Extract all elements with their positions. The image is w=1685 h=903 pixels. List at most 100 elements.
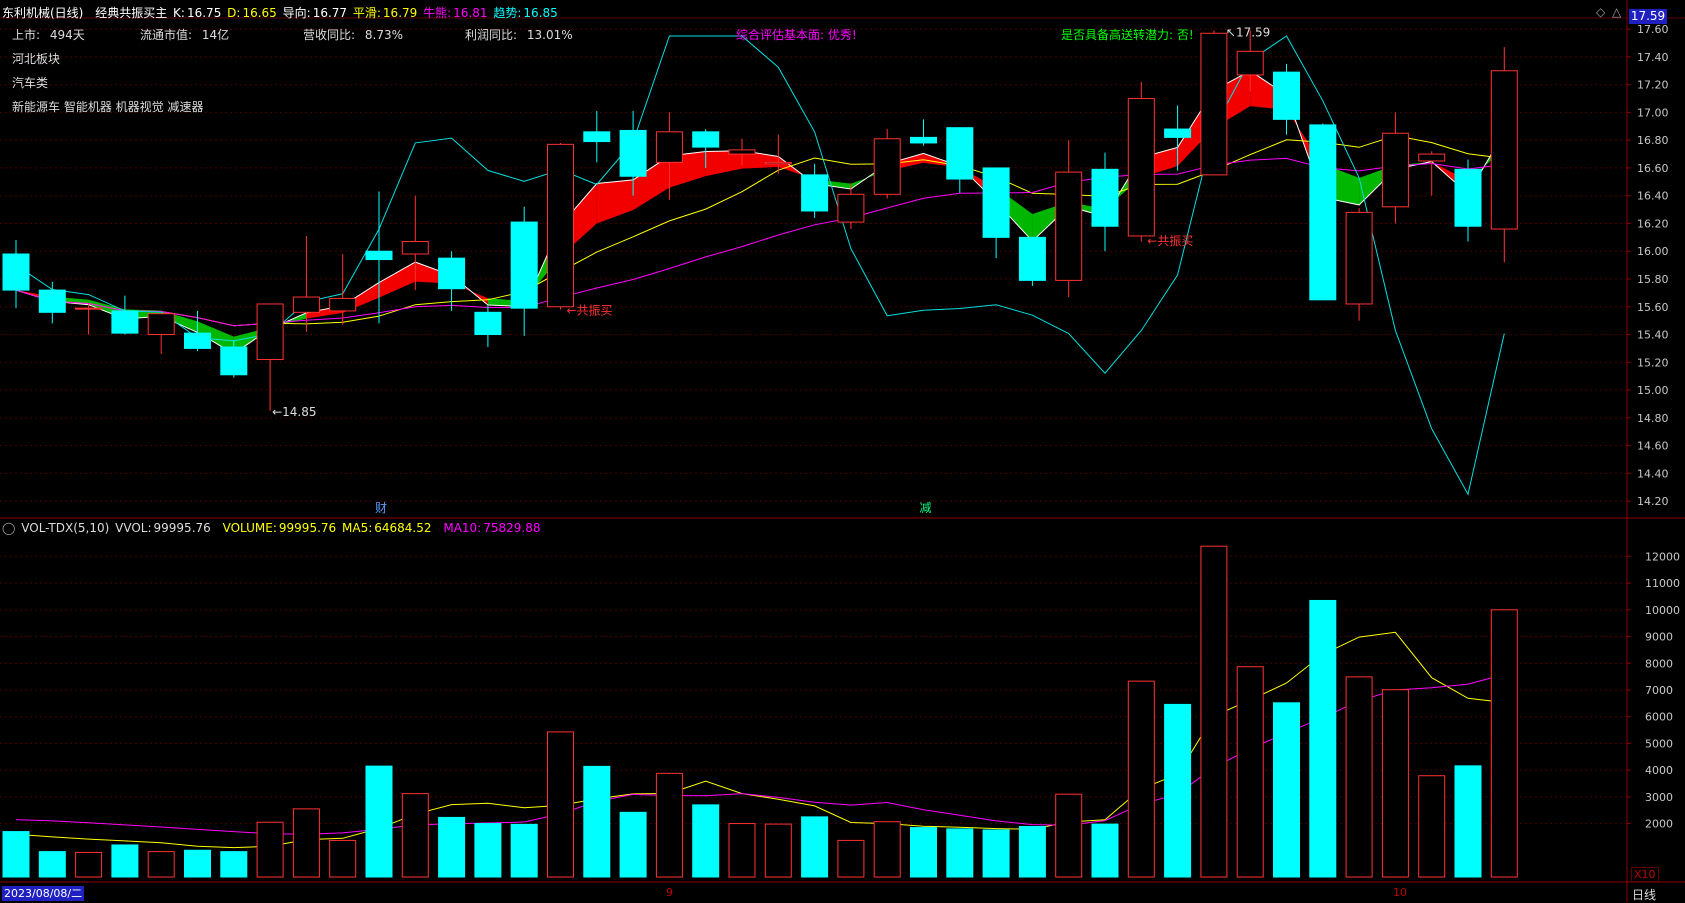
- volume-bar: [1418, 775, 1446, 878]
- low-price-annotation: ←14.85: [272, 405, 316, 419]
- volume-bar: [329, 839, 357, 878]
- price-tick-label: 14.80: [1637, 412, 1669, 425]
- candle-body: [764, 161, 792, 165]
- volume-bar: [1055, 793, 1083, 878]
- rev-label: 营收同比:: [303, 28, 356, 42]
- profit-yoy: 利润同比: 13.01%: [465, 26, 575, 43]
- volume-tick-label: 4000: [1645, 764, 1673, 777]
- volume-tick-label: 6000: [1645, 711, 1673, 724]
- indicator-header: 东利机械(日线) 经典共振买主 K: 16.75 D: 16.65 导向: 16.77…: [2, 4, 560, 21]
- triangle-icon[interactable]: △: [1612, 5, 1621, 19]
- candle-body: [910, 136, 937, 144]
- price-tick-label: 16.40: [1637, 190, 1669, 203]
- price-tick-label: 15.20: [1637, 356, 1669, 369]
- ma5-value: 64684.52: [374, 521, 432, 535]
- circulating-cap: 流通市值: 14亿: [140, 26, 231, 43]
- candle-body: [438, 257, 466, 290]
- volume-value: 99995.76: [278, 521, 337, 535]
- volume-bar: [1127, 680, 1155, 878]
- volume-bar: [220, 851, 248, 878]
- price-tick-label: 16.20: [1637, 217, 1669, 230]
- volume-bar: [438, 816, 466, 878]
- event-marker-finance: 财: [375, 501, 387, 515]
- profit-value: 13.01%: [526, 28, 573, 42]
- ma5-label: MA5:: [342, 521, 373, 535]
- candle-body: [583, 131, 611, 143]
- candle-body: [1127, 98, 1155, 237]
- price-tick-label: 14.40: [1637, 467, 1669, 480]
- current-price-badge: 17.59: [1629, 9, 1667, 24]
- candle-body: [1381, 132, 1409, 208]
- candle-body: [1055, 171, 1083, 281]
- candle-body: [2, 253, 30, 291]
- candle-body: [1018, 236, 1046, 281]
- volume-bar: [75, 851, 103, 878]
- kline-chart-canvas[interactable]: 17.60 17.40 17.20 17.00 16.80 16.60 16.40 16.20…: [0, 0, 1685, 902]
- rev-value: 8.73%: [364, 28, 403, 42]
- cap-label: 流通市值:: [140, 28, 193, 42]
- volume-tick-label: 3000: [1645, 791, 1673, 804]
- candle-body: [365, 250, 393, 261]
- candle-body: [801, 174, 829, 212]
- bonus-potential: 是否具备高送转潜力: 否!: [1061, 28, 1194, 42]
- volume-bar: [1345, 676, 1373, 878]
- volume-bar: [619, 811, 647, 878]
- diamond-icon[interactable]: ◇: [1596, 5, 1605, 19]
- resonance-buy-signal: ←共振买: [567, 304, 613, 318]
- volume-tick-label: 7000: [1645, 684, 1673, 697]
- candle-body: [655, 131, 683, 163]
- price-tick-label: 15.80: [1637, 273, 1669, 286]
- volume-bar: [692, 804, 720, 878]
- volume-indicator-name[interactable]: VOL-TDX(5,10): [21, 521, 109, 535]
- candle-body: [329, 297, 357, 312]
- price-tick-label: 14.60: [1637, 440, 1669, 453]
- volume-bar: [910, 827, 937, 878]
- date-month-sep: 9: [666, 886, 673, 899]
- volume-tick-label: 11000: [1645, 577, 1680, 590]
- volume-bar: [256, 821, 284, 878]
- volume-bar: [2, 831, 30, 878]
- candle-body: [147, 313, 175, 336]
- volume-bar: [801, 816, 829, 878]
- price-tick-label: 16.80: [1637, 134, 1669, 147]
- trend-band-segment: [596, 179, 634, 224]
- stock-name[interactable]: 东利机械(日线): [2, 6, 83, 20]
- collapse-icon[interactable]: ◯: [2, 521, 15, 535]
- candle-body: [220, 346, 248, 376]
- volume-bar: [764, 823, 792, 878]
- volume-bar: [147, 851, 175, 878]
- candle-body: [1164, 128, 1192, 138]
- sector-concepts[interactable]: 新能源车 智能机器 机器视觉 减速器: [12, 98, 203, 115]
- candle-body: [1236, 50, 1264, 76]
- candle-body: [184, 332, 211, 349]
- indicator-name[interactable]: 经典共振买主: [95, 6, 167, 20]
- sector-region[interactable]: 河北板块: [12, 50, 60, 67]
- profit-label: 利润同比:: [465, 28, 518, 42]
- volume-bar: [655, 772, 683, 878]
- volume-tick-label: 8000: [1645, 657, 1673, 670]
- volume-unit-label: X10: [1631, 867, 1659, 882]
- volume-bar: [1164, 703, 1192, 878]
- date-month-oct: 10: [1393, 886, 1407, 899]
- sector-industry[interactable]: 汽车类: [12, 74, 48, 91]
- candle-body: [474, 311, 502, 336]
- period-label[interactable]: 日线: [1632, 886, 1656, 903]
- ping-label: 平滑:: [352, 6, 381, 20]
- volume-bar: [474, 823, 502, 878]
- volume-bar: [401, 793, 429, 878]
- volume-bar: [547, 731, 574, 878]
- candle-body: [946, 127, 974, 180]
- volume-bar: [1381, 689, 1409, 878]
- event-marker-reduce: 减: [920, 501, 932, 515]
- volume-bar: [1490, 609, 1518, 878]
- listed-value: 494天: [49, 28, 85, 42]
- price-tick-label: 17.60: [1637, 23, 1669, 36]
- high-price-annotation: ↖17.59: [1226, 25, 1270, 39]
- listed-label: 上市:: [12, 28, 41, 42]
- candle-body: [1091, 168, 1119, 227]
- price-tick-label: 16.60: [1637, 162, 1669, 175]
- volume-bar: [1273, 702, 1300, 878]
- volume-bar: [1200, 545, 1228, 878]
- volume-bar: [583, 765, 611, 878]
- volume-bar: [946, 828, 974, 878]
